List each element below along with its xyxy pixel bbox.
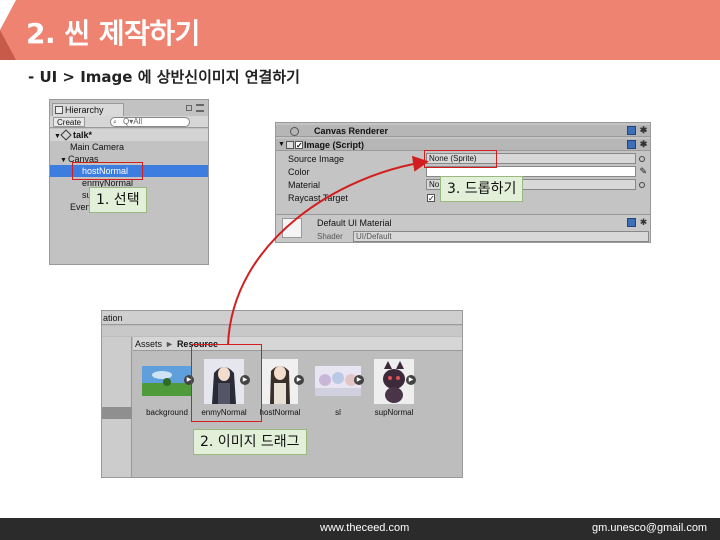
gear-icon[interactable]: ✱ xyxy=(639,126,648,135)
asset-background[interactable]: background xyxy=(137,359,197,417)
asset-label: supNormal xyxy=(374,408,414,417)
breadcrumb-separator: ► xyxy=(165,339,174,349)
callout-step2: 2. 이미지 드래그 xyxy=(193,429,307,455)
image-script-label: Image (Script) xyxy=(304,140,365,150)
breadcrumb: Assets ► Resource xyxy=(133,337,462,351)
image-component-icon xyxy=(286,141,294,149)
footer-email: gm.unesco@gmail.com xyxy=(592,522,708,534)
callout-step3: 3. 드롭하기 xyxy=(440,176,524,202)
eyedropper-icon[interactable]: ✎ xyxy=(639,166,647,176)
scene-name: talk* xyxy=(73,130,93,140)
lock-icon[interactable] xyxy=(186,105,192,111)
material-preview-icon xyxy=(282,218,302,238)
footer-website: www.theceed.com xyxy=(320,522,410,534)
raycast-target-checkbox[interactable]: ✓ xyxy=(427,194,435,203)
drag-source-highlight-box xyxy=(191,344,262,422)
help-book-icon[interactable] xyxy=(627,218,636,227)
hierarchy-panel: Hierarchy Create ⌕ Q▾All ▼ talk* Main Cam… xyxy=(49,99,209,265)
help-book-icon[interactable] xyxy=(627,126,636,135)
component-enabled-checkbox[interactable]: ✓ xyxy=(295,141,303,150)
material-name: Default UI Material xyxy=(317,218,392,228)
search-icon: ⌕ xyxy=(113,119,117,126)
default-material-row: Default UI Material Shader UI/Default ✱ xyxy=(276,214,650,242)
raycast-target-label: Raycast Target xyxy=(288,193,348,203)
search-placeholder: Q▾All xyxy=(123,117,143,126)
selection-highlight-box xyxy=(72,162,143,180)
create-dropdown[interactable]: Create xyxy=(53,117,86,127)
shader-dropdown[interactable]: UI/Default xyxy=(353,231,649,242)
gear-icon[interactable]: ✱ xyxy=(639,140,648,149)
project-toolbar xyxy=(102,326,462,336)
drop-target-highlight-box xyxy=(424,150,497,168)
breadcrumb-assets[interactable]: Assets xyxy=(135,339,162,349)
expand-sprite-icon[interactable]: ▶ xyxy=(406,375,416,385)
title-notch xyxy=(0,0,16,30)
color-label: Color xyxy=(288,167,310,177)
material-label: Material xyxy=(288,180,321,190)
hierarchy-search-input[interactable]: ⌕ Q▾All xyxy=(110,117,190,127)
panel-menu-icon[interactable] xyxy=(196,104,204,112)
character-thumbnail-icon xyxy=(262,359,298,404)
callout-step1: 1. 선택 xyxy=(89,187,147,213)
object-picker-icon[interactable] xyxy=(639,156,645,162)
hierarchy-item-main-camera[interactable]: Main Camera xyxy=(50,141,208,153)
expand-triangle-icon[interactable]: ▼ xyxy=(278,139,286,151)
project-folder-tree[interactable] xyxy=(102,337,132,477)
shader-label: Shader xyxy=(317,232,343,241)
gear-icon[interactable]: ✱ xyxy=(639,218,648,227)
help-book-icon[interactable] xyxy=(627,140,636,149)
hierarchy-tab-icon xyxy=(55,106,63,114)
canvas-renderer-icon xyxy=(290,127,299,136)
scene-row[interactable]: ▼ talk* xyxy=(50,129,208,141)
hierarchy-tab-label: Hierarchy xyxy=(65,105,104,115)
canvas-renderer-header[interactable]: Canvas Renderer ✱ xyxy=(276,125,650,137)
hierarchy-toolbar: Create ⌕ Q▾All xyxy=(50,116,208,128)
footer-bar: www.theceed.com gm.unesco@gmail.com xyxy=(0,518,720,540)
object-picker-icon[interactable] xyxy=(639,182,645,188)
expand-sprite-icon[interactable]: ▶ xyxy=(354,375,364,385)
hierarchy-tab[interactable]: Hierarchy xyxy=(52,103,124,116)
title-notch-shadow xyxy=(0,30,16,60)
expand-sprite-icon[interactable]: ▶ xyxy=(294,375,304,385)
canvas-renderer-label: Canvas Renderer xyxy=(314,126,389,136)
selected-folder-row[interactable] xyxy=(102,407,132,419)
slide-subtitle: - UI > Image 에 상반신이미지 연결하기 xyxy=(28,68,300,86)
project-tab-bar[interactable]: ation xyxy=(102,311,462,325)
slide-title: 2. 씬 제작하기 xyxy=(26,17,200,50)
asset-sup-normal[interactable]: supNormal xyxy=(364,359,424,417)
source-image-label: Source Image xyxy=(288,154,345,164)
asset-sl[interactable]: sl xyxy=(308,359,368,417)
unity-scene-icon xyxy=(60,129,72,141)
